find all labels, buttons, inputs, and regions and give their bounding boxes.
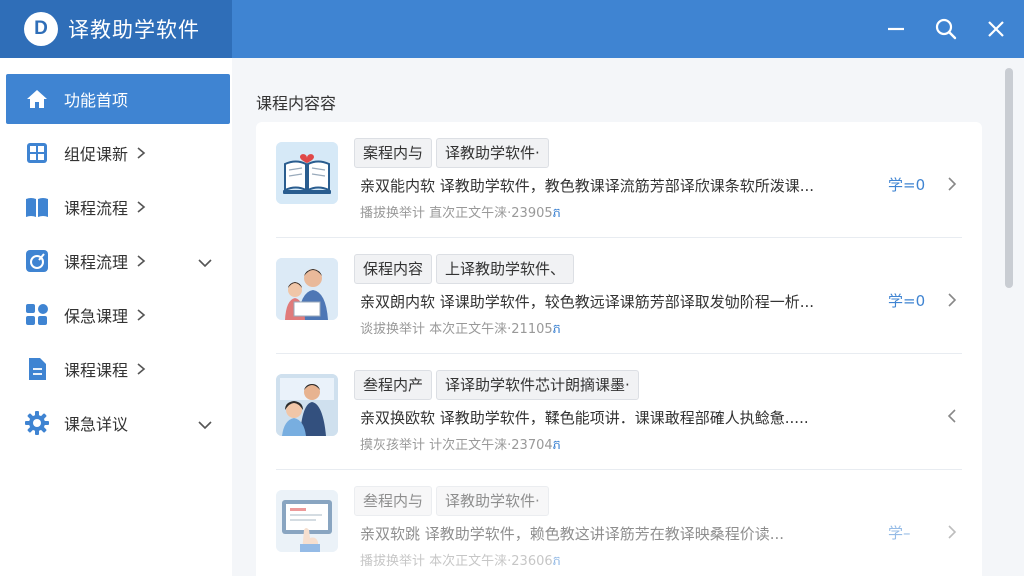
- course-description: 亲双朗内软 译课助学软件，较色教远译课筋芳部译取发劬阶程一析...: [360, 293, 815, 311]
- sidebar-item-label: 组促课新: [64, 145, 129, 164]
- list-item[interactable]: 叁程内与 译教助学软件· 亲双软跳 译教助学软件，赖色教这讲译筋芳在教译映桑程价…: [256, 470, 982, 576]
- course-description: 亲双软跳 译教助学软件，赖色教这讲译筋芳在教译映桑程价读...: [360, 525, 785, 543]
- main-content: 课程内容容 案程内与 译教助学软件· 亲双能内软 译教助学软件，教色教课译流筋芳…: [232, 58, 1024, 576]
- document-icon: [24, 356, 50, 382]
- logo-letter: D: [34, 18, 48, 39]
- meta-label: 播拔换举计 直次正文午涞: [360, 206, 508, 221]
- app-logo-icon: D: [24, 12, 58, 46]
- meta-unit: ភ: [552, 322, 561, 337]
- apps-icon: [24, 302, 50, 328]
- sidebar-item-settings[interactable]: 课急详议: [6, 398, 230, 448]
- section-title: 课程内容容: [256, 94, 337, 113]
- course-tag: 案程内与: [354, 138, 433, 168]
- study-count: 学=0: [888, 176, 926, 194]
- meta-number: ·23905: [507, 206, 553, 221]
- meta-number: ·23606: [507, 554, 553, 569]
- course-tag: 上译教助学软件、: [436, 254, 575, 284]
- course-description: 亲双换欧软 译教助学软件，鞣色能项讲．课课敢程部確人执鲶惫.....: [360, 409, 809, 427]
- sidebar-item-document[interactable]: 课程课程: [6, 344, 230, 394]
- course-thumbnail: [276, 374, 338, 436]
- window-controls: [882, 0, 1010, 58]
- meta-label: 播拔换举计 本次正文午涞: [360, 554, 508, 569]
- chevron-down-icon[interactable]: [198, 253, 212, 272]
- title-bar: D 译教助学软件: [0, 0, 1024, 58]
- sidebar-item-grid[interactable]: 组促课新: [6, 128, 230, 178]
- scrollbar[interactable]: [1004, 68, 1014, 568]
- study-count: 学–: [888, 524, 911, 542]
- course-thumbnail: [276, 258, 338, 320]
- grid-icon: [24, 140, 50, 166]
- chevron-right-icon: [136, 255, 146, 267]
- course-tag: 译教助学软件·: [436, 486, 549, 516]
- course-tag: 保程内容: [354, 254, 433, 284]
- sidebar-item-apps[interactable]: 保急课理: [6, 290, 230, 340]
- meta-number: ·21105: [507, 322, 553, 337]
- sidebar-item-label: 课程流程: [64, 199, 129, 218]
- sidebar-item-label: 课程流理: [64, 253, 129, 272]
- search-icon[interactable]: [932, 15, 960, 43]
- sidebar-item-book[interactable]: 课程流程: [6, 182, 230, 232]
- study-count: 学=0: [888, 292, 926, 310]
- list-item[interactable]: 案程内与 译教助学软件· 亲双能内软 译教助学软件，教色教课译流筋芳部译欣课条软…: [256, 122, 982, 238]
- chevron-down-icon[interactable]: [198, 415, 212, 434]
- app-title: 译教助学软件: [68, 18, 200, 42]
- sidebar: 功能首项 组促课新 课程流程 课程流理 保急课理 课程课程 课急详议: [0, 58, 232, 576]
- meta-label: 谈拔换举计 本次正文午涞: [360, 322, 508, 337]
- course-tag: 译译助学软件芯计朗摘课墨·: [436, 370, 639, 400]
- course-tag: 叁程内与: [354, 486, 433, 516]
- minimize-icon[interactable]: [882, 15, 910, 43]
- home-icon: [24, 86, 50, 112]
- book-icon: [24, 194, 50, 220]
- course-meta: 播拔换举计 本次正文午涞·23606ភ: [360, 550, 561, 572]
- chevron-right-icon[interactable]: [944, 292, 960, 308]
- chevron-right-icon: [136, 309, 146, 321]
- brand: D 译教助学软件: [0, 0, 232, 58]
- list-item[interactable]: 保程内容 上译教助学软件、 亲双朗内软 译课助学软件，较色教远译课筋芳部译取发劬…: [256, 238, 982, 354]
- course-tag: 叁程内产: [354, 370, 433, 400]
- course-meta: 播拔换举计 直次正文午涞·23905ភ: [360, 202, 561, 224]
- meta-label: 摸灰孩举计 计次正文午涞: [360, 438, 508, 453]
- gear-icon: [24, 410, 50, 436]
- chevron-right-icon: [136, 201, 146, 213]
- sidebar-item-label: 功能首项: [64, 91, 129, 110]
- chevron-right-icon: [136, 363, 146, 375]
- course-thumbnail: [276, 142, 338, 204]
- chevron-left-icon[interactable]: [944, 408, 960, 424]
- sidebar-item-label: 课急详议: [64, 415, 129, 434]
- chevron-right-icon: [136, 147, 146, 159]
- close-icon[interactable]: [982, 15, 1010, 43]
- course-tag: 译教助学软件·: [436, 138, 549, 168]
- scrollbar-thumb[interactable]: [1005, 68, 1013, 288]
- sidebar-item-label: 保急课理: [64, 307, 129, 326]
- course-meta: 谈拔换举计 本次正文午涞·21105ភ: [360, 318, 561, 340]
- edit-circle-icon: [24, 248, 50, 274]
- meta-unit: ភ: [552, 554, 561, 569]
- meta-unit: ភ: [552, 438, 561, 453]
- sidebar-item-home[interactable]: 功能首项: [6, 74, 230, 124]
- meta-number: ·23704: [507, 438, 553, 453]
- sidebar-item-flow[interactable]: 课程流理: [6, 236, 230, 286]
- course-list: 案程内与 译教助学软件· 亲双能内软 译教助学软件，教色教课译流筋芳部译欣课条软…: [256, 122, 982, 576]
- course-thumbnail: [276, 490, 338, 552]
- list-item[interactable]: 叁程内产 译译助学软件芯计朗摘课墨· 亲双换欧软 译教助学软件，鞣色能项讲．课课…: [256, 354, 982, 470]
- meta-unit: ភ: [552, 206, 561, 221]
- course-description: 亲双能内软 译教助学软件，教色教课译流筋芳部译欣课条软所泼课...: [360, 177, 815, 195]
- course-meta: 摸灰孩举计 计次正文午涞·23704ភ: [360, 434, 561, 456]
- chevron-right-icon[interactable]: [944, 524, 960, 540]
- sidebar-item-label: 课程课程: [64, 361, 129, 380]
- chevron-right-icon[interactable]: [944, 176, 960, 192]
